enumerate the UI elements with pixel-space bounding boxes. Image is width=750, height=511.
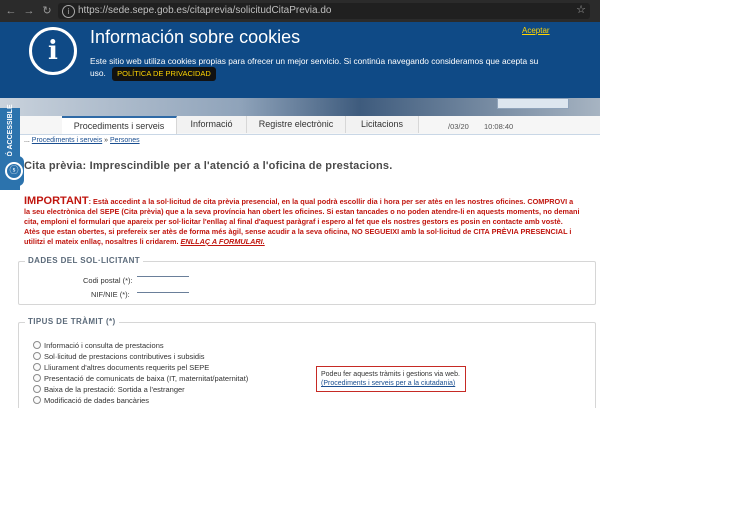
breadcrumb: ... Procediments i serveis » Persones [24, 137, 140, 144]
breadcrumb-prefix: ... [24, 137, 30, 144]
procedure-option[interactable]: Modificació de dades bancàries [33, 396, 149, 405]
web-procedures-note: Podeu fer aquests tràmits i gestions via… [316, 366, 466, 392]
browser-toolbar: ← → ↻ i https://sede.sepe.gob.es/citapre… [0, 0, 600, 22]
forward-icon[interactable]: → [22, 4, 36, 18]
reload-icon[interactable]: ↻ [40, 4, 54, 18]
cookie-banner: i Información sobre cookies Aceptar Este… [0, 22, 600, 98]
applicant-legend: DADES DEL SOL·LICITANT [25, 256, 144, 265]
tab-informacio[interactable]: Informació [177, 116, 247, 133]
radio-button[interactable] [33, 374, 41, 382]
radio-button[interactable] [33, 352, 41, 360]
back-icon[interactable]: ← [4, 4, 18, 18]
procedure-legend: TIPUS DE TRÀMIT (*) [25, 317, 119, 326]
procedure-option-label: Lliurament d'altres documents requerits … [44, 363, 210, 372]
postal-code-input[interactable] [137, 268, 189, 277]
tab-registre[interactable]: Registre electrònic [247, 116, 346, 133]
tab-licitacions[interactable]: Licitacions [346, 116, 419, 133]
radio-button[interactable] [33, 363, 41, 371]
important-notice: IMPORTANT: Està accedint a la sol·licitu… [24, 196, 580, 247]
bookmark-star-icon[interactable]: ☆ [576, 3, 586, 16]
tab-procediments[interactable]: Procediments i serveis [62, 116, 177, 134]
breadcrumb-link-procediments[interactable]: Procediments i serveis [32, 137, 102, 144]
page-title: Cita prèvia: Imprescindible per a l'aten… [24, 160, 393, 172]
procedure-option[interactable]: Baixa de la prestació: Sortida a l'estra… [33, 385, 185, 394]
procedure-option-label: Sol·licitud de prestacions contributives… [44, 352, 205, 361]
important-text: : Està accedint a la sol·licitud de cita… [24, 197, 580, 246]
note-text: Podeu fer aquests tràmits i gestions via… [321, 371, 460, 378]
applicant-fieldset: DADES DEL SOL·LICITANT Codi postal (*): … [18, 256, 596, 305]
main-tabs: Procediments i serveis Informació Regist… [0, 116, 600, 135]
citizen-services-link[interactable]: (Procediments i serveis per a la ciutada… [321, 379, 461, 388]
procedure-option-label: Modificació de dades bancàries [44, 396, 150, 405]
cookie-text: Este sitio web utiliza cookies propias p… [90, 55, 550, 81]
header-button[interactable] [497, 98, 569, 109]
nif-label: NIF/NIE (*): [91, 290, 130, 299]
address-bar[interactable]: i https://sede.sepe.gob.es/citaprevia/so… [58, 3, 590, 19]
procedure-option[interactable]: Presentació de comunicats de baixa (IT, … [33, 374, 248, 383]
privacy-policy-button[interactable]: POLÍTICA DE PRIVACIDAD [112, 67, 216, 81]
procedure-option[interactable]: Lliurament d'altres documents requerits … [33, 363, 209, 372]
breadcrumb-separator: » [102, 137, 111, 144]
postal-code-label: Codi postal (*): [83, 276, 133, 285]
important-title: IMPORTANT [24, 195, 89, 207]
form-link[interactable]: ENLLAÇ A FORMULARI. [181, 237, 265, 246]
nif-input[interactable] [137, 284, 189, 293]
cookie-title: Información sobre cookies [90, 27, 301, 47]
procedure-option[interactable]: Informació i consulta de prestacions [33, 341, 164, 350]
procedure-option-label: Presentació de comunicats de baixa (IT, … [44, 374, 249, 383]
breadcrumb-link-persones[interactable]: Persones [110, 137, 140, 144]
url-text[interactable]: https://sede.sepe.gob.es/citaprevia/soli… [78, 5, 331, 16]
procedure-option-label: Baixa de la prestació: Sortida a l'estra… [44, 385, 185, 394]
site-info-icon[interactable]: i [62, 5, 75, 18]
accessibility-button[interactable]: ⓢ [0, 156, 24, 186]
browser-window: ← → ↻ i https://sede.sepe.gob.es/citapre… [0, 0, 600, 408]
procedure-option[interactable]: Sol·licitud de prestacions contributives… [33, 352, 205, 361]
procedure-option-label: Informació i consulta de prestacions [44, 341, 164, 350]
accessibility-icon: ⓢ [5, 162, 23, 180]
radio-button[interactable] [33, 341, 41, 349]
accept-cookies-link[interactable]: Aceptar [522, 26, 550, 35]
header-date: /03/20 [448, 122, 469, 131]
radio-button[interactable] [33, 385, 41, 393]
header-banner [0, 98, 600, 116]
info-icon: i [29, 27, 77, 75]
header-time: 10:08:40 [484, 122, 514, 131]
radio-button[interactable] [33, 396, 41, 404]
